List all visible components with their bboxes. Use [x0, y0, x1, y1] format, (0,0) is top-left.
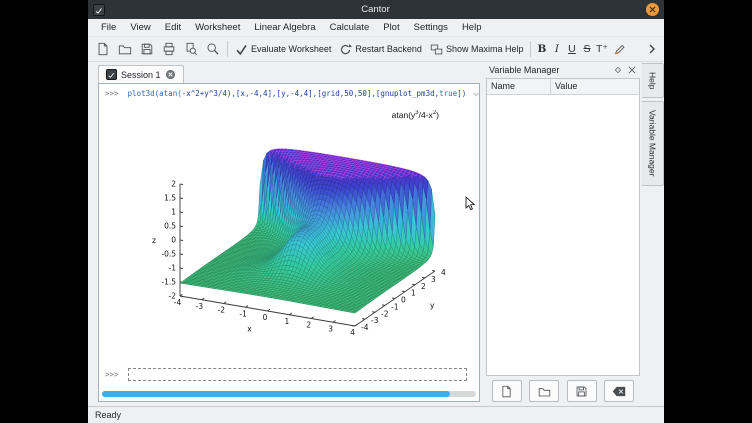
- chevron-right-icon: [647, 43, 657, 55]
- toolbar-overflow-button[interactable]: [644, 41, 660, 57]
- underline-button[interactable]: U: [564, 41, 579, 57]
- status-text: Ready: [95, 410, 121, 420]
- folder-icon: [118, 42, 132, 56]
- column-header-value[interactable]: Value: [551, 79, 581, 94]
- command-input-empty[interactable]: [128, 368, 467, 381]
- variable-table-header: Name Value: [487, 79, 639, 95]
- window-close-button[interactable]: [646, 3, 659, 16]
- menu-item-file[interactable]: File: [94, 20, 123, 35]
- cantor-window: Cantor File View Edit Worksheet Linear A…: [88, 0, 664, 423]
- plot-annotation: atan(y3/4-x2): [392, 110, 439, 120]
- tab-session1[interactable]: Session 1: [98, 65, 184, 83]
- highlighter-icon: [613, 42, 627, 56]
- text-highlight-button[interactable]: [609, 40, 631, 58]
- restart-icon: [339, 43, 352, 56]
- folder-icon: [538, 385, 551, 398]
- save-button[interactable]: [136, 40, 158, 58]
- variable-manager-toolbar: [486, 376, 640, 406]
- print-button[interactable]: [158, 40, 180, 58]
- save-icon: [575, 385, 588, 398]
- show-maxima-help-button[interactable]: Show Maxima Help: [426, 41, 528, 58]
- find-button[interactable]: [202, 40, 224, 58]
- print-preview-icon: [184, 42, 198, 56]
- titlebar[interactable]: Cantor: [88, 0, 664, 19]
- worksheet-pane: Session 1 >>> plot3d(atan(-x^2+y^3/4),[x…: [88, 62, 484, 406]
- superscript-button[interactable]: T⁺: [594, 41, 609, 57]
- variable-manager-header: Variable Manager: [486, 62, 640, 78]
- worksheet[interactable]: >>> plot3d(atan(-x^2+y^3/4),[x,-4,4],[y,…: [98, 83, 480, 402]
- menu-item-plot[interactable]: Plot: [376, 20, 406, 35]
- new-document-icon: [96, 42, 110, 56]
- app-icon: [93, 4, 105, 16]
- help-browser-icon: [430, 43, 443, 56]
- prompt: >>>: [105, 89, 119, 98]
- clear-variables-button[interactable]: [604, 380, 634, 402]
- toolbar: Evaluate Worksheet Restart Backend Show …: [88, 37, 664, 62]
- toolbar-separator: [227, 41, 228, 57]
- new-document-icon: [500, 385, 513, 398]
- load-variables-button[interactable]: [529, 380, 559, 402]
- new-variable-button[interactable]: [492, 380, 522, 402]
- panel-close-button[interactable]: [627, 65, 637, 75]
- printer-icon: [162, 42, 176, 56]
- menu-item-view[interactable]: View: [123, 20, 157, 35]
- entry-actions: [472, 90, 480, 98]
- backspace-icon: [612, 385, 626, 398]
- menu-item-edit[interactable]: Edit: [158, 20, 188, 35]
- print-preview-button[interactable]: [180, 40, 202, 58]
- window-title: Cantor: [105, 4, 646, 15]
- restart-backend-button[interactable]: Restart Backend: [335, 41, 426, 58]
- plot3d-canvas: [107, 106, 461, 360]
- evaluate-icon: [235, 43, 248, 56]
- variable-manager-panel: Variable Manager Name Value: [486, 62, 640, 406]
- screen: Cantor File View Edit Worksheet Linear A…: [0, 0, 752, 423]
- progress-fill: [102, 391, 450, 397]
- session-icon: [106, 69, 117, 80]
- close-icon: [627, 65, 637, 75]
- evaluate-worksheet-button[interactable]: Evaluate Worksheet: [231, 41, 335, 58]
- worksheet-entry: >>> plot3d(atan(-x^2+y^3/4),[x,-4,4],[y,…: [105, 89, 475, 98]
- side-tab-strip: Help Variable Manager: [642, 62, 664, 406]
- side-tab-help[interactable]: Help: [642, 63, 664, 98]
- new-worksheet-button[interactable]: [92, 40, 114, 58]
- plot-output: atan(y3/4-x2): [107, 106, 467, 360]
- chevron-down-icon[interactable]: [472, 90, 480, 98]
- italic-button[interactable]: I: [549, 41, 564, 57]
- column-header-name[interactable]: Name: [487, 79, 551, 94]
- main-content: Session 1 >>> plot3d(atan(-x^2+y^3/4),[x…: [88, 62, 664, 406]
- session-progressbar: [102, 391, 476, 397]
- panel-float-button[interactable]: [613, 65, 623, 75]
- tab-label: Session 1: [121, 70, 161, 80]
- save-variables-button[interactable]: [567, 380, 597, 402]
- menu-item-calculate[interactable]: Calculate: [323, 20, 377, 35]
- variable-list[interactable]: [487, 95, 639, 375]
- open-button[interactable]: [114, 40, 136, 58]
- tab-close-icon[interactable]: [165, 69, 176, 80]
- menu-item-worksheet[interactable]: Worksheet: [188, 20, 247, 35]
- bold-button[interactable]: B: [534, 41, 549, 57]
- variable-table: Name Value: [486, 78, 640, 376]
- menu-item-help[interactable]: Help: [455, 20, 489, 35]
- worksheet-entry-empty: >>>: [105, 368, 467, 381]
- menu-item-linear-algebra[interactable]: Linear Algebra: [247, 20, 322, 35]
- menubar: File View Edit Worksheet Linear Algebra …: [88, 19, 664, 37]
- prompt: >>>: [105, 370, 119, 379]
- strikethrough-button[interactable]: S: [579, 41, 594, 57]
- save-icon: [140, 42, 154, 56]
- search-icon: [206, 42, 220, 56]
- tabbar: Session 1: [98, 62, 480, 83]
- side-tab-variable-manager[interactable]: Variable Manager: [642, 101, 664, 185]
- toolbar-separator: [530, 41, 531, 57]
- panel-title: Variable Manager: [489, 65, 609, 75]
- command-input[interactable]: plot3d(atan(-x^2+y^3/4),[x,-4,4],[y,-4,4…: [128, 89, 467, 98]
- menu-item-settings[interactable]: Settings: [407, 20, 455, 35]
- statusbar: Ready: [88, 406, 664, 423]
- undock-icon: [613, 65, 623, 75]
- mouse-cursor: [465, 196, 476, 211]
